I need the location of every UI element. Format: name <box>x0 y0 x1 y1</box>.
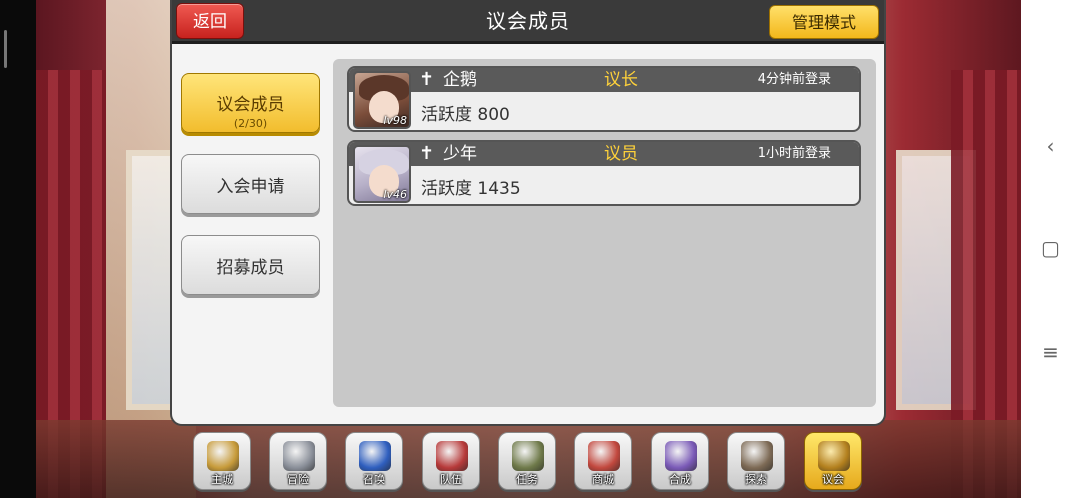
activity-value: 活跃度 800 <box>421 105 510 125</box>
menu-adventure[interactable]: 冒险 <box>269 432 327 490</box>
menu-main-city[interactable]: 主城 <box>193 432 251 490</box>
menu-label: 召唤 <box>363 473 385 486</box>
menu-label: 任务 <box>516 473 538 486</box>
sidebar-item-label: 入会申请 <box>216 177 285 197</box>
menu-guild[interactable]: 议会 <box>804 432 862 490</box>
sidebar-item-members[interactable]: 议会成员 (2/30) <box>181 73 320 133</box>
menu-craft[interactable]: 合成 <box>651 432 709 490</box>
last-login: 1小时前登录 <box>757 146 831 161</box>
member-name: 企鹅 <box>443 70 477 90</box>
cross-icon: ✝ <box>419 69 435 90</box>
edge-handle <box>4 30 7 68</box>
guild-panel: 议会成员 返回 管理模式 议会成员 (2/30) 入会申请 招募成员 lv98 … <box>170 0 886 426</box>
menu-label: 探索 <box>745 473 767 486</box>
sidebar-item-label: 议会成员 <box>216 95 285 115</box>
sidebar-item-applications[interactable]: 入会申请 <box>181 154 320 214</box>
level-badge: lv98 <box>383 114 407 127</box>
crown-castle-icon <box>207 441 239 471</box>
last-login: 4分钟前登录 <box>757 72 831 87</box>
avatar[interactable]: lv46 <box>353 145 411 203</box>
home-square-icon[interactable]: ▢ <box>1021 238 1080 258</box>
panel-header: 议会成员 返回 管理模式 <box>172 0 884 44</box>
cross-icon: ✝ <box>419 143 435 164</box>
summon-card-icon <box>359 441 391 471</box>
menu-summon[interactable]: 召唤 <box>345 432 403 490</box>
menu-label: 队伍 <box>440 473 462 486</box>
bottom-menu: 主城 冒险 召唤 队伍 任务 商城 合成 探索 议会 <box>185 425 875 498</box>
menu-label: 合成 <box>669 473 691 486</box>
guild-crest-icon <box>818 441 850 471</box>
menu-shop[interactable]: 商城 <box>574 432 632 490</box>
menu-label: 冒险 <box>287 473 309 486</box>
back-chevron-icon[interactable]: ‹ <box>1021 136 1080 156</box>
member-role: 议长 <box>604 70 638 90</box>
level-badge: lv46 <box>383 188 407 201</box>
member-list[interactable]: lv98 ✝ 企鹅 议长 4分钟前登录 活跃度 800 lv46 ✝ 少年 议员… <box>333 59 876 407</box>
menu-label: 主城 <box>211 473 233 486</box>
member-role: 议员 <box>604 144 638 164</box>
android-nav-bar: ‹ ▢ ≡ <box>1021 0 1080 498</box>
menu-label: 商城 <box>592 473 614 486</box>
menu-quests[interactable]: 任务 <box>498 432 556 490</box>
member-name: 少年 <box>443 144 477 164</box>
back-button[interactable]: 返回 <box>176 3 244 39</box>
activity-value: 活跃度 1435 <box>421 179 521 199</box>
avatar[interactable]: lv98 <box>353 71 411 129</box>
member-row[interactable]: lv46 ✝ 少年 议员 1小时前登录 活跃度 1435 <box>347 140 861 206</box>
crossed-swords-icon <box>283 441 315 471</box>
menu-explore[interactable]: 探索 <box>727 432 785 490</box>
manage-mode-button[interactable]: 管理模式 <box>769 5 879 39</box>
potion-craft-icon <box>665 441 697 471</box>
menu-label: 议会 <box>822 473 844 486</box>
member-row[interactable]: lv98 ✝ 企鹅 议长 4分钟前登录 活跃度 800 <box>347 66 861 132</box>
menu-team[interactable]: 队伍 <box>422 432 480 490</box>
sidebar-item-recruit[interactable]: 招募成员 <box>181 235 320 295</box>
winged-shield-icon <box>436 441 468 471</box>
sidebar-item-label: 招募成员 <box>216 258 285 278</box>
shovel-explore-icon <box>741 441 773 471</box>
shop-awning-icon <box>588 441 620 471</box>
member-count: (2/30) <box>233 117 268 130</box>
menu-lines-icon[interactable]: ≡ <box>1021 342 1080 362</box>
scroll-quest-icon <box>512 441 544 471</box>
left-system-strip <box>0 0 36 498</box>
